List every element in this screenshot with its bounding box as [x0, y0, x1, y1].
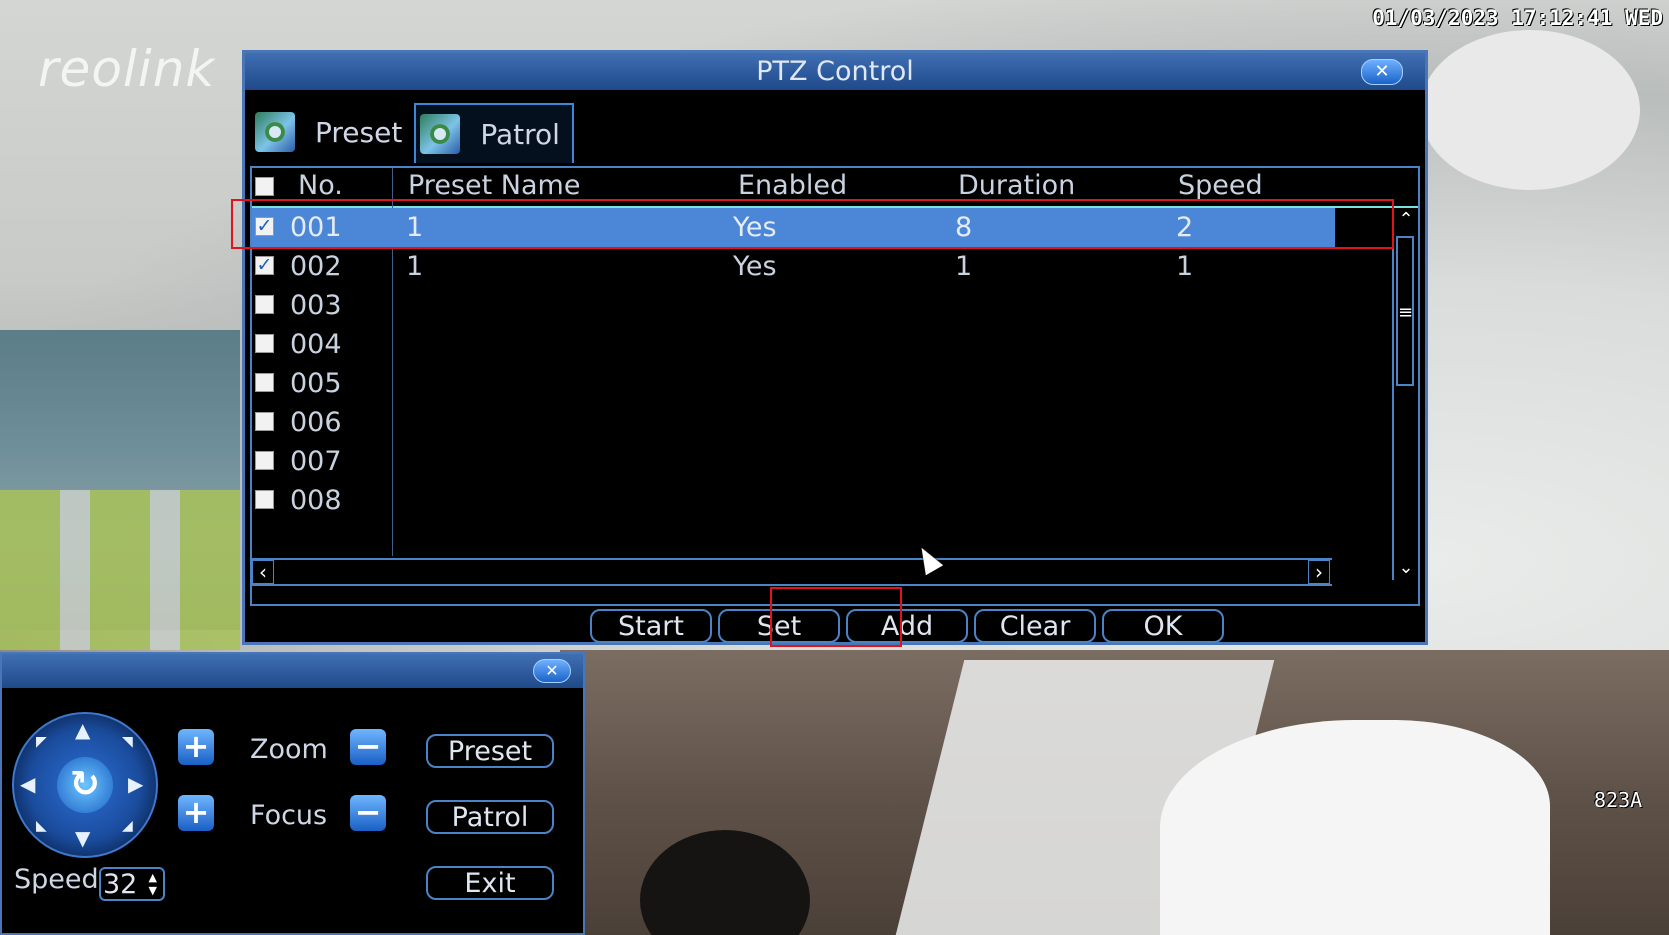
preset-button[interactable]: Preset — [426, 734, 554, 768]
arrow-up-left-icon[interactable]: ◤ — [36, 734, 47, 750]
brand-watermark: reolink — [38, 40, 216, 98]
table-row[interactable]: 007 — [252, 442, 1335, 482]
speed-stepper[interactable]: 32 ▲ ▼ — [99, 867, 165, 901]
dialog-title: PTZ Control — [756, 56, 914, 87]
tab-label: Patrol — [480, 117, 560, 151]
scroll-down-icon[interactable]: ⌄ — [1394, 556, 1418, 580]
cell-no: 008 — [290, 485, 342, 516]
osd-datetime: 01/03/2023 17:12:41 WED — [1372, 6, 1663, 30]
select-all-checkbox[interactable] — [255, 177, 274, 196]
camera-mount — [1160, 720, 1550, 935]
tab-bar: Preset Patrol — [251, 103, 574, 163]
cell-duration: 1 — [955, 251, 973, 282]
scroll-left-icon[interactable]: ‹ — [252, 560, 274, 584]
arrow-up-right-icon[interactable]: ◥ — [122, 734, 133, 750]
highlight-selected-row — [231, 199, 1394, 249]
header-no: No. — [298, 170, 343, 201]
row-checkbox[interactable] — [255, 373, 274, 392]
table-row[interactable]: 005 — [252, 364, 1335, 404]
table-row[interactable]: ✓ 002 1 Yes 1 1 — [252, 247, 1335, 287]
close-icon[interactable]: ✕ — [533, 659, 571, 683]
arrow-up-icon[interactable]: ▲ — [75, 718, 90, 742]
header-preset-name: Preset Name — [408, 170, 581, 201]
ptz-control-dialog: PTZ Control ✕ Preset Patrol No. Preset N… — [242, 50, 1428, 645]
camera-preset-icon — [255, 112, 295, 152]
speed-value: 32 — [103, 869, 138, 900]
cell-no: 002 — [290, 251, 342, 282]
dialog-title-bar: PTZ Control ✕ — [245, 53, 1425, 90]
panel-title-bar: ✕ — [2, 654, 583, 688]
tab-patrol[interactable]: Patrol — [414, 103, 574, 163]
row-checkbox[interactable] — [255, 412, 274, 431]
row-checkbox[interactable] — [255, 295, 274, 314]
table-row[interactable]: 003 — [252, 286, 1335, 326]
patrol-button[interactable]: Patrol — [426, 800, 554, 834]
ok-button[interactable]: OK — [1102, 609, 1224, 643]
close-icon[interactable]: ✕ — [1361, 59, 1403, 85]
row-checkbox[interactable] — [255, 490, 274, 509]
cell-no: 003 — [290, 290, 342, 321]
clear-button[interactable]: Clear — [974, 609, 1096, 643]
arrow-left-icon[interactable]: ◀ — [20, 772, 35, 796]
arrow-down-right-icon[interactable]: ◢ — [122, 818, 133, 834]
office-desks — [0, 490, 240, 650]
header-enabled: Enabled — [738, 170, 848, 201]
header-duration: Duration — [958, 170, 1076, 201]
row-checkbox[interactable] — [255, 334, 274, 353]
arrow-down-icon[interactable]: ▼ — [75, 826, 90, 850]
vertical-scrollbar[interactable]: ⌃ ≡ ⌄ — [1392, 208, 1418, 580]
focus-label: Focus — [250, 800, 328, 831]
speed-label: Speed — [14, 864, 99, 895]
horizontal-scrollbar[interactable]: ‹ › — [252, 558, 1332, 586]
start-button[interactable]: Start — [590, 609, 712, 643]
arrow-right-icon[interactable]: ▶ — [128, 772, 143, 796]
ceiling-camera — [1420, 30, 1640, 190]
row-checkbox[interactable]: ✓ — [255, 256, 274, 275]
header-speed: Speed — [1178, 170, 1263, 201]
row-checkbox[interactable] — [255, 451, 274, 470]
patrol-button-bar: Start Set Add Clear OK — [590, 609, 1224, 643]
zoom-out-button[interactable]: − — [350, 729, 386, 765]
scroll-up-icon[interactable]: ⌃ — [1394, 208, 1418, 232]
zoom-in-button[interactable]: + — [178, 729, 214, 765]
auto-rotate-icon[interactable]: ↻ — [57, 757, 113, 813]
scroll-thumb[interactable]: ≡ — [1396, 236, 1414, 386]
scroll-right-icon[interactable]: › — [1308, 560, 1330, 584]
tab-preset[interactable]: Preset — [251, 103, 414, 161]
focus-minus-button[interactable]: − — [350, 795, 386, 831]
highlight-set-button — [770, 587, 902, 647]
cell-preset-name: 1 — [406, 251, 424, 282]
tab-label: Preset — [315, 115, 403, 149]
zoom-label: Zoom — [250, 734, 328, 765]
cell-no: 004 — [290, 329, 342, 360]
cell-speed: 1 — [1176, 251, 1194, 282]
ptz-control-panel: ✕ ▲ ▼ ◀ ▶ ◤ ◥ ◣ ◢ ↻ + Zoom − Preset + Fo… — [0, 652, 585, 935]
direction-pad[interactable]: ▲ ▼ ◀ ▶ ◤ ◥ ◣ ◢ ↻ — [12, 712, 158, 858]
table-row[interactable]: 006 — [252, 403, 1335, 443]
camera-patrol-icon — [420, 114, 461, 154]
arrow-down-left-icon[interactable]: ◣ — [36, 818, 47, 834]
focus-plus-button[interactable]: + — [178, 795, 214, 831]
cell-no: 005 — [290, 368, 342, 399]
cell-enabled: Yes — [733, 251, 777, 282]
cell-no: 007 — [290, 446, 342, 477]
spinner-arrows-icon[interactable]: ▲ ▼ — [149, 871, 157, 897]
cell-no: 006 — [290, 407, 342, 438]
osd-camera-label: 823A — [1594, 788, 1643, 812]
table-row[interactable]: 008 — [252, 481, 1335, 521]
table-row[interactable]: 004 — [252, 325, 1335, 365]
exit-button[interactable]: Exit — [426, 866, 554, 900]
